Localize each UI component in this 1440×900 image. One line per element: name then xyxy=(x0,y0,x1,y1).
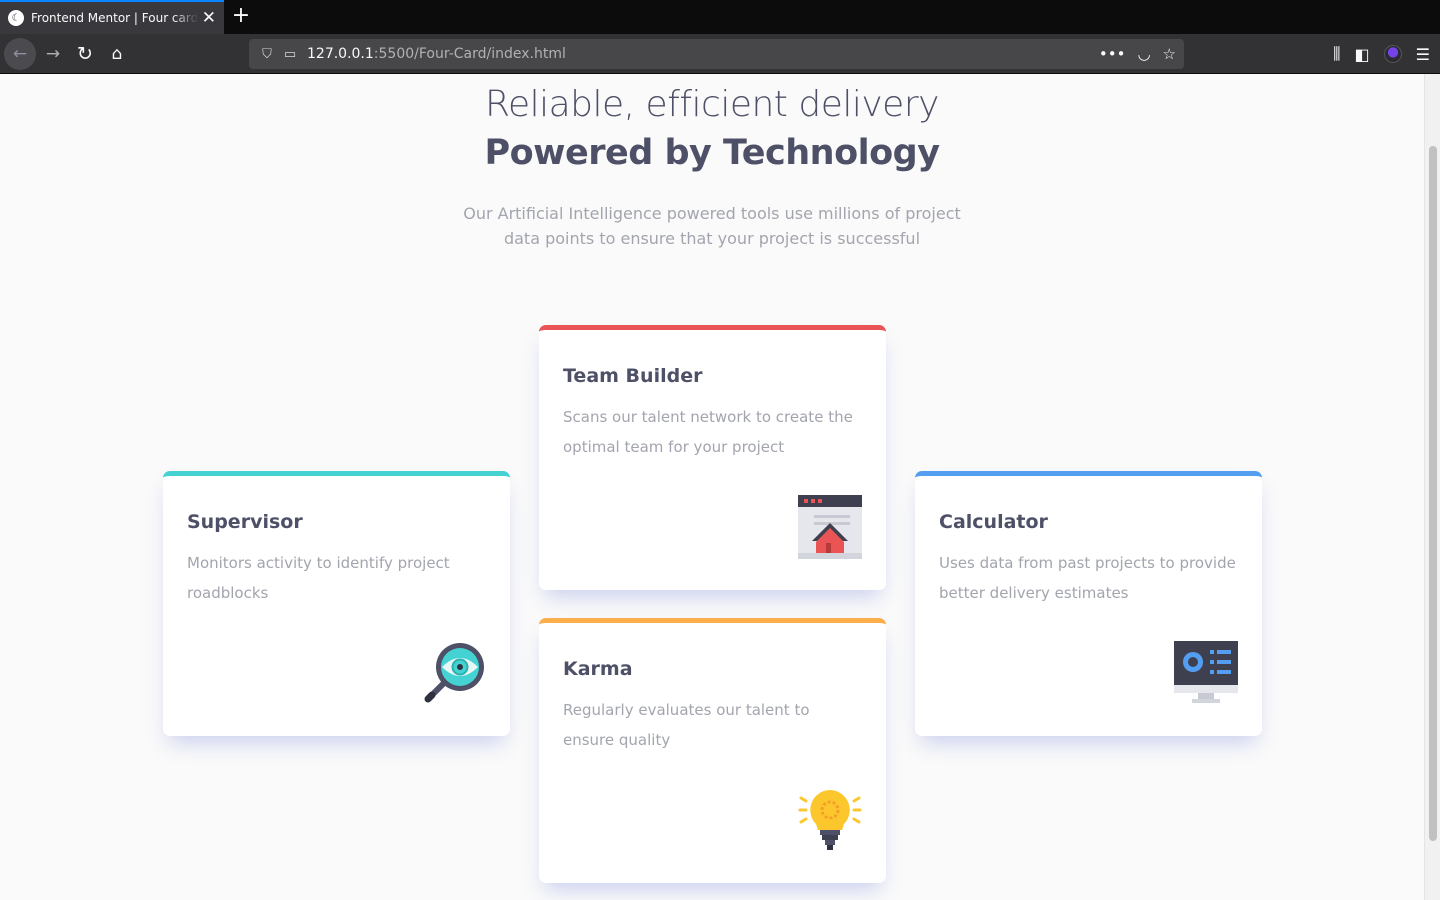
hamburger-menu-icon[interactable]: ☰ xyxy=(1416,45,1430,64)
page-scrollbar[interactable] xyxy=(1424,74,1440,900)
card-supervisor: Supervisor Monitors activity to identify… xyxy=(163,471,510,736)
magnifier-eye-icon xyxy=(424,643,484,703)
card-description: Monitors activity to identify project ro… xyxy=(187,554,450,602)
card-team-builder: Team Builder Scans our talent network to… xyxy=(539,325,886,590)
heading-light: Reliable, efficient delivery xyxy=(485,84,939,125)
sidebar-icon[interactable]: ◧ xyxy=(1355,45,1370,64)
card-calculator: Calculator Uses data from past projects … xyxy=(915,471,1262,736)
pocket-icon[interactable]: ◡ xyxy=(1137,45,1150,63)
url-host: 127.0.0.1 xyxy=(307,46,374,62)
card-description: Uses data from past projects to provide … xyxy=(939,554,1236,602)
monitor-chart-icon xyxy=(1174,641,1238,703)
back-button[interactable]: ← xyxy=(4,38,36,70)
home-button[interactable]: ⌂ xyxy=(101,38,133,70)
browser-navigation-bar: ← → ↻ ⌂ ⛉ ▭ 127.0.0.1:5500/Four-Card/ind… xyxy=(0,34,1440,74)
card-title: Supervisor xyxy=(187,511,303,533)
house-window-icon xyxy=(798,495,862,559)
new-tab-button[interactable]: + xyxy=(230,4,252,28)
heading-bold: Powered by Technology xyxy=(484,133,940,173)
tab-title: Frontend Mentor | Four card feature sect… xyxy=(31,11,198,25)
account-avatar-icon[interactable] xyxy=(1383,45,1402,63)
scrollbar-thumb[interactable] xyxy=(1429,146,1437,841)
reload-button[interactable]: ↻ xyxy=(69,38,101,70)
card-title: Calculator xyxy=(939,511,1048,533)
card-title: Karma xyxy=(563,658,633,680)
intro-text: Our Artificial Intelligence powered tool… xyxy=(463,204,961,248)
browser-tab-bar: ☾ Frontend Mentor | Four card feature se… xyxy=(0,0,1440,34)
library-icon[interactable]: ⫼ xyxy=(1333,44,1340,64)
card-karma: Karma Regularly evaluates our talent to … xyxy=(539,618,886,883)
page-info-icon[interactable]: ▭ xyxy=(280,47,300,62)
lightbulb-icon xyxy=(798,790,862,850)
shield-icon[interactable]: ⛉ xyxy=(257,47,277,62)
card-description: Regularly evaluates our talent to ensure… xyxy=(563,701,810,749)
toolbar-right: ⫼ ◧ ☰ xyxy=(1333,34,1440,74)
browser-tab-active[interactable]: ☾ Frontend Mentor | Four card feature se… xyxy=(0,0,224,34)
address-bar[interactable]: ⛉ ▭ 127.0.0.1:5500/Four-Card/index.html … xyxy=(249,39,1184,69)
close-tab-icon[interactable]: ✕ xyxy=(202,9,216,27)
bookmark-star-icon[interactable]: ☆ xyxy=(1163,45,1176,63)
favicon-icon: ☾ xyxy=(8,10,24,26)
card-title: Team Builder xyxy=(563,365,703,387)
card-description: Scans our talent network to create the o… xyxy=(563,408,853,456)
forward-button[interactable]: → xyxy=(37,38,69,70)
url-text[interactable]: 127.0.0.1:5500/Four-Card/index.html xyxy=(307,46,1099,62)
url-path: :5500/Four-Card/index.html xyxy=(373,46,566,62)
url-actions: ••• ◡ ☆ xyxy=(1099,45,1176,63)
more-actions-icon[interactable]: ••• xyxy=(1099,45,1126,63)
